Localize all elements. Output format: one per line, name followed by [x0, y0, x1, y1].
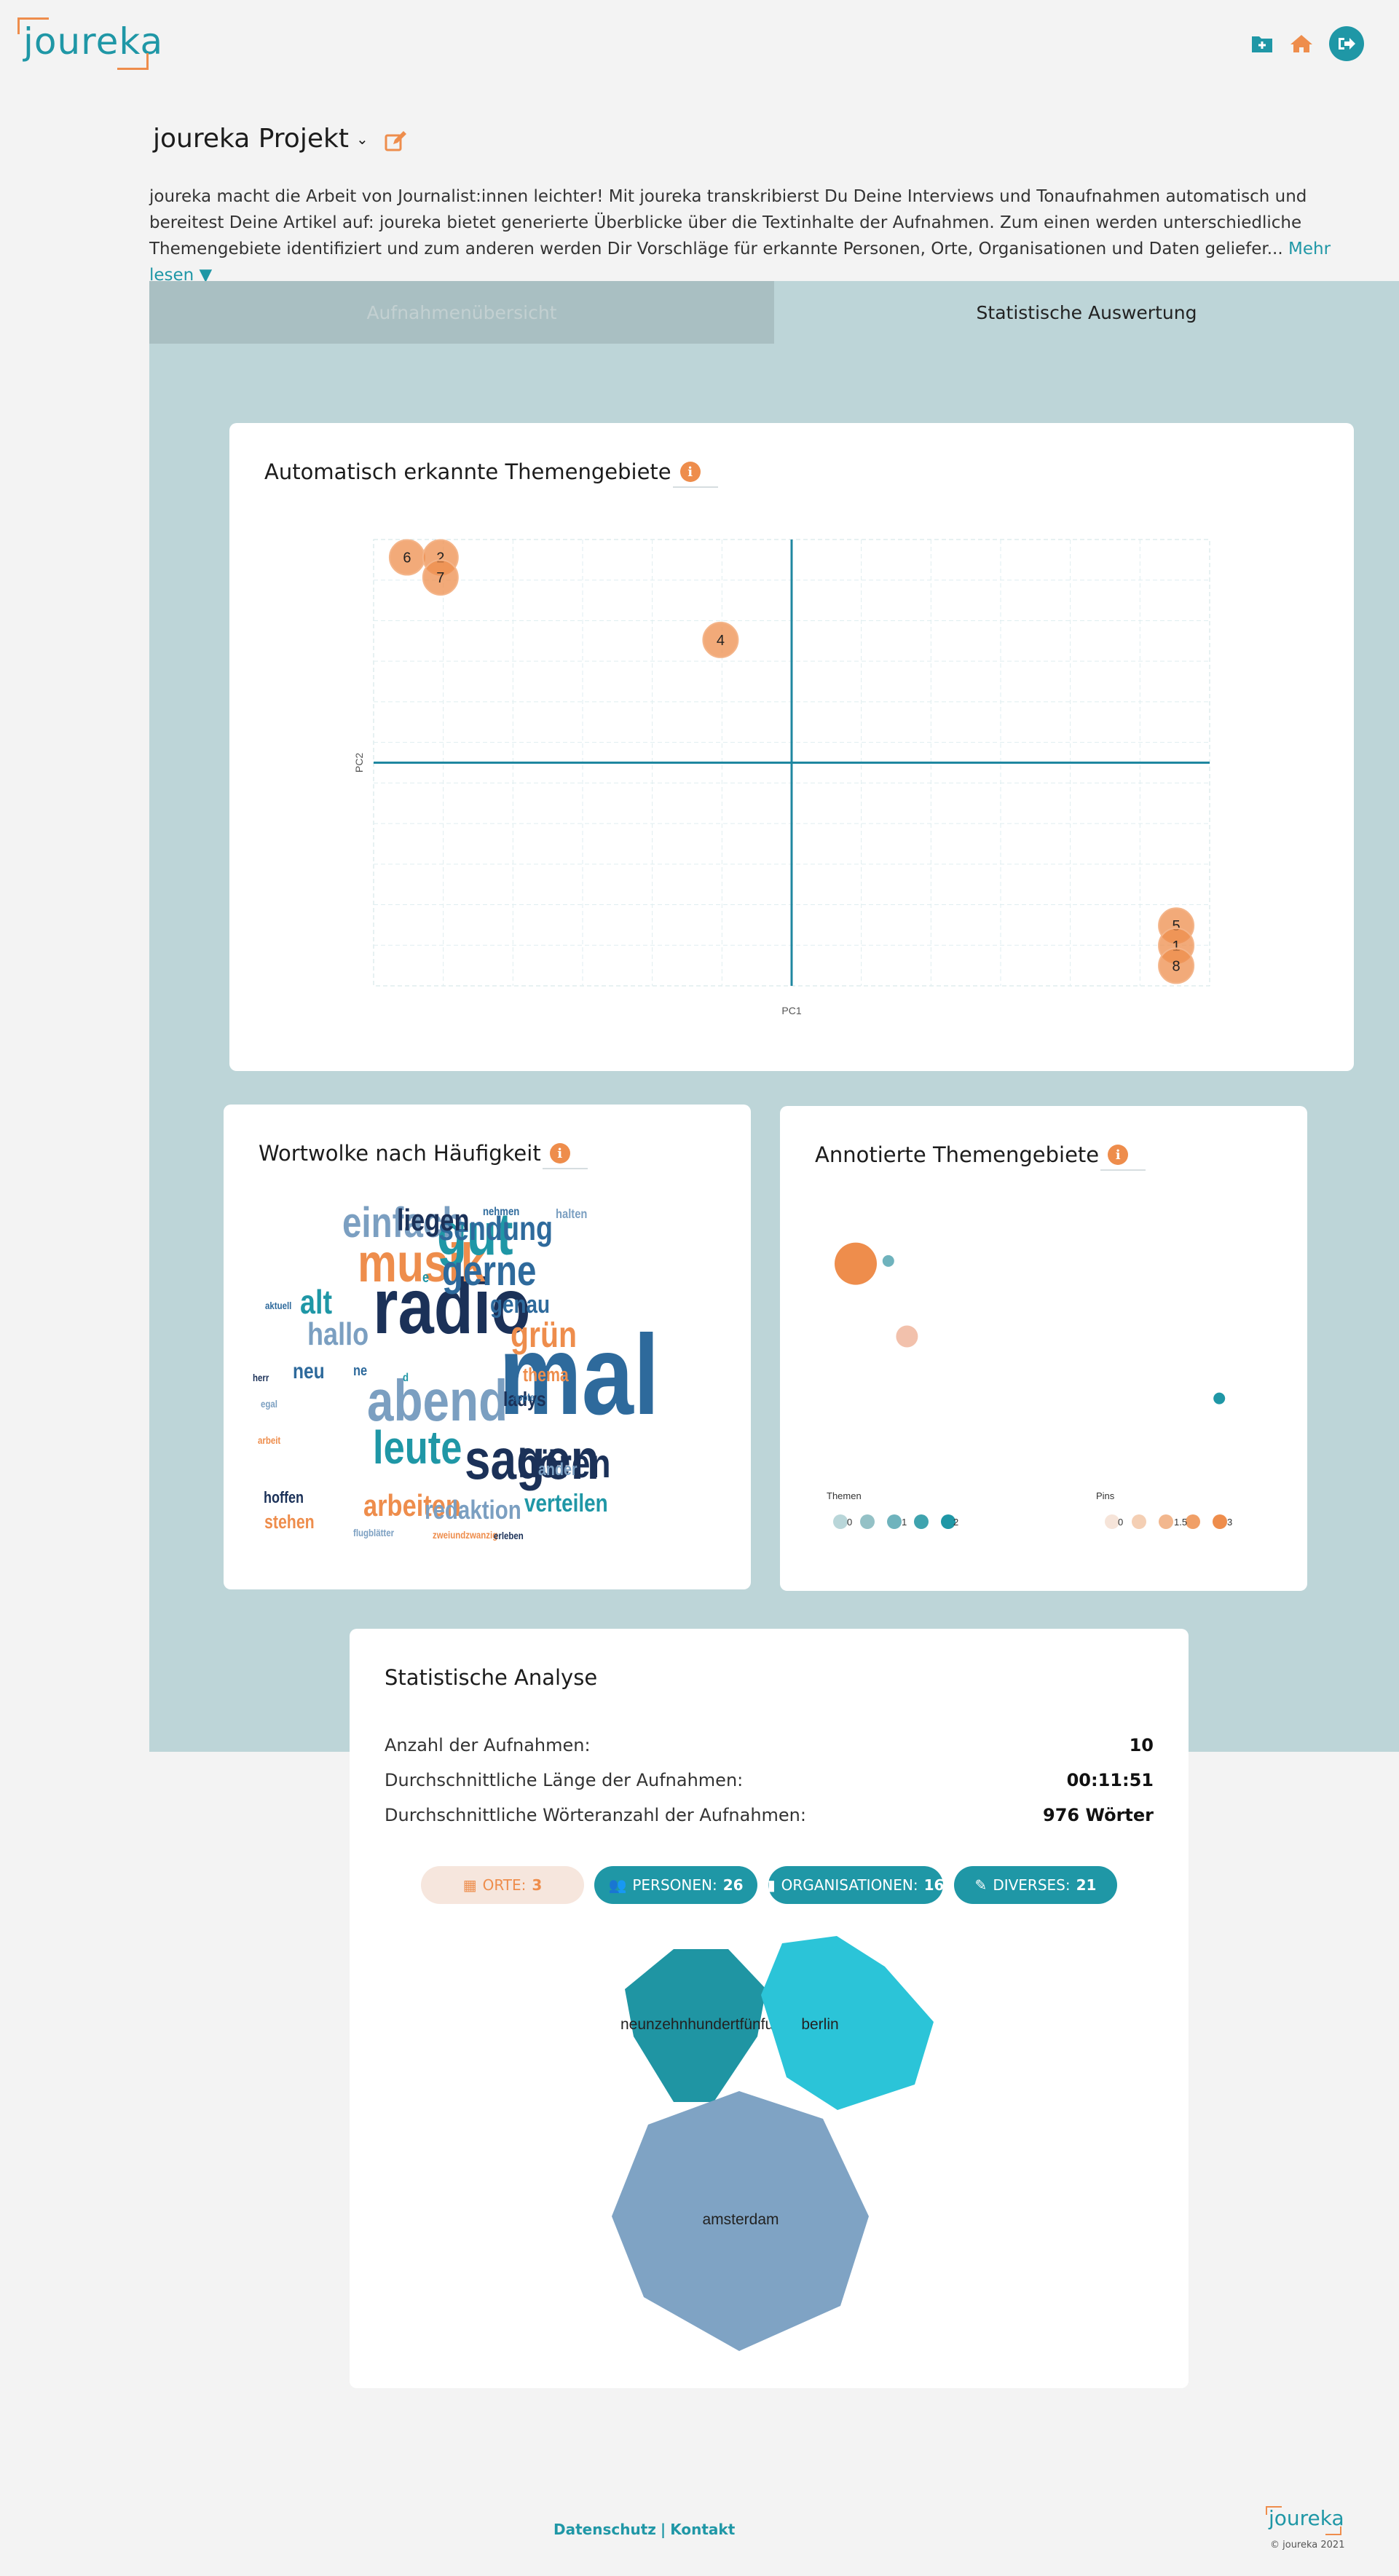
y-axis-label: PC2	[353, 753, 365, 773]
word-flugblätter: flugblätter	[353, 1527, 394, 1538]
tab-statistics[interactable]: Statistische Auswertung	[774, 281, 1399, 344]
footer-separator: |	[660, 2521, 666, 2538]
folder-plus-icon[interactable]	[1248, 29, 1277, 58]
legend-tick: 0	[1118, 1517, 1123, 1528]
project-title-text: joureka Projekt	[153, 124, 349, 154]
logo-bracket-bottom	[117, 53, 149, 70]
wordcloud-card: Wortwolke nach Häufigkeit i radio mal aben…	[224, 1105, 751, 1589]
word-gerne: gerne	[442, 1248, 536, 1295]
word-redaktion: redaktion	[425, 1495, 521, 1524]
stats-card: Statistische Analyse Anzahl der Aufnahme…	[350, 1629, 1189, 2388]
logo-bracket-bottom	[1325, 2526, 1341, 2535]
bubble-berlin[interactable]	[761, 1936, 934, 2110]
word-alt: alt	[300, 1283, 332, 1320]
copyright: © joureka 2021	[1270, 2540, 1345, 2551]
chevron-down-icon: ⌄	[355, 130, 369, 148]
contact-link[interactable]: Kontakt	[670, 2521, 735, 2538]
word-aktuell: aktuell	[265, 1300, 291, 1311]
legend-swatch	[1159, 1514, 1173, 1529]
annotated-point[interactable]	[882, 1255, 894, 1267]
word-erleben: erleben	[494, 1530, 524, 1541]
topic-point-label: 7	[436, 570, 444, 586]
topics-card: Automatisch erkannte Themengebiete i PC1…	[229, 423, 1354, 1071]
home-icon[interactable]	[1287, 29, 1316, 58]
legend-tick: 2	[953, 1517, 958, 1528]
bubble-label: berlin	[801, 2016, 838, 2033]
intro-text: joureka macht die Arbeit von Journalist:…	[149, 187, 1307, 258]
annotated-point[interactable]	[835, 1242, 877, 1285]
word-thema: thema	[523, 1364, 569, 1386]
word-neu: neu	[293, 1359, 325, 1383]
word-e: e	[422, 1268, 429, 1285]
legend-swatch	[1105, 1514, 1119, 1529]
legend-swatch	[1213, 1514, 1227, 1529]
x-axis-label: PC1	[781, 1005, 801, 1016]
annotated-point[interactable]	[896, 1325, 918, 1348]
app-logo[interactable]: joureka	[17, 17, 162, 70]
privacy-link[interactable]: Datenschutz	[553, 2521, 656, 2538]
word-genau: genau	[490, 1290, 550, 1318]
word-nehmen: nehmen	[483, 1206, 519, 1218]
legend-title-themen: Themen	[827, 1490, 862, 1501]
word-hoffen: hoffen	[264, 1489, 304, 1506]
word-leute: leute	[373, 1422, 462, 1474]
legend-swatch	[914, 1514, 929, 1529]
annotated-card: Annotierte Themengebiete i Themen 0 1 2 Pins…	[780, 1106, 1307, 1591]
word-arbeit: arbeit	[258, 1434, 281, 1446]
project-title[interactable]: joureka Projekt ⌄	[153, 124, 369, 154]
topic-point-label: 4	[717, 633, 725, 649]
annotated-chart: Themen 0 1 2 Pins 0 1.5 3	[827, 1242, 1232, 1529]
word-apple: apple	[513, 1391, 535, 1403]
footer-links: Datenschutz | Kontakt	[553, 2521, 735, 2538]
word-ne: ne	[353, 1362, 367, 1378]
word-cloud: radiomalabendsagenmusikguteinfachleutege…	[253, 1200, 659, 1542]
footer-logo: joureka	[1266, 2506, 1344, 2535]
word-d: d	[403, 1372, 409, 1384]
word-hallo: hallo	[307, 1316, 369, 1352]
pca-chart: PC1PC26 274518	[353, 539, 1210, 1016]
edit-icon[interactable]	[385, 131, 406, 153]
legend-tick: 3	[1227, 1517, 1232, 1528]
word-stehen: stehen	[264, 1512, 315, 1533]
project-intro: joureka macht die Arbeit von Journalist:…	[149, 183, 1373, 288]
entity-bubbles: neunzehnhundertfünfundv berlin amsterdam	[612, 1936, 934, 2351]
legend-tick: 0	[847, 1517, 852, 1528]
word-herr: herr	[253, 1372, 269, 1383]
legend-tick: 1.5	[1174, 1517, 1187, 1528]
legend-swatch	[887, 1514, 902, 1529]
legend-title-pins: Pins	[1096, 1490, 1115, 1501]
legend-swatch	[833, 1514, 848, 1529]
topic-point-label: 8	[1173, 958, 1181, 974]
word-zweiundzwanzig: zweiundzwanzig	[433, 1529, 497, 1541]
sign-out-icon[interactable]	[1329, 26, 1364, 61]
word-verteilen: verteilen	[524, 1489, 608, 1517]
legend-swatch	[860, 1514, 875, 1529]
annotated-point[interactable]	[1213, 1392, 1226, 1404]
word-halten: halten	[556, 1207, 587, 1222]
legend-swatch	[1186, 1514, 1200, 1529]
bubble-label: amsterdam	[702, 2211, 779, 2228]
legend-tick: 1	[902, 1517, 907, 1528]
topic-point-label: 6	[403, 550, 411, 566]
word-egal: egal	[261, 1398, 277, 1410]
word-ander: ander	[538, 1459, 578, 1479]
legend-swatch	[1132, 1514, 1146, 1529]
word-grün: grün	[511, 1314, 577, 1355]
word-liegen: liegen	[397, 1204, 469, 1238]
tab-recordings[interactable]: Aufnahmenübersicht	[149, 281, 774, 344]
